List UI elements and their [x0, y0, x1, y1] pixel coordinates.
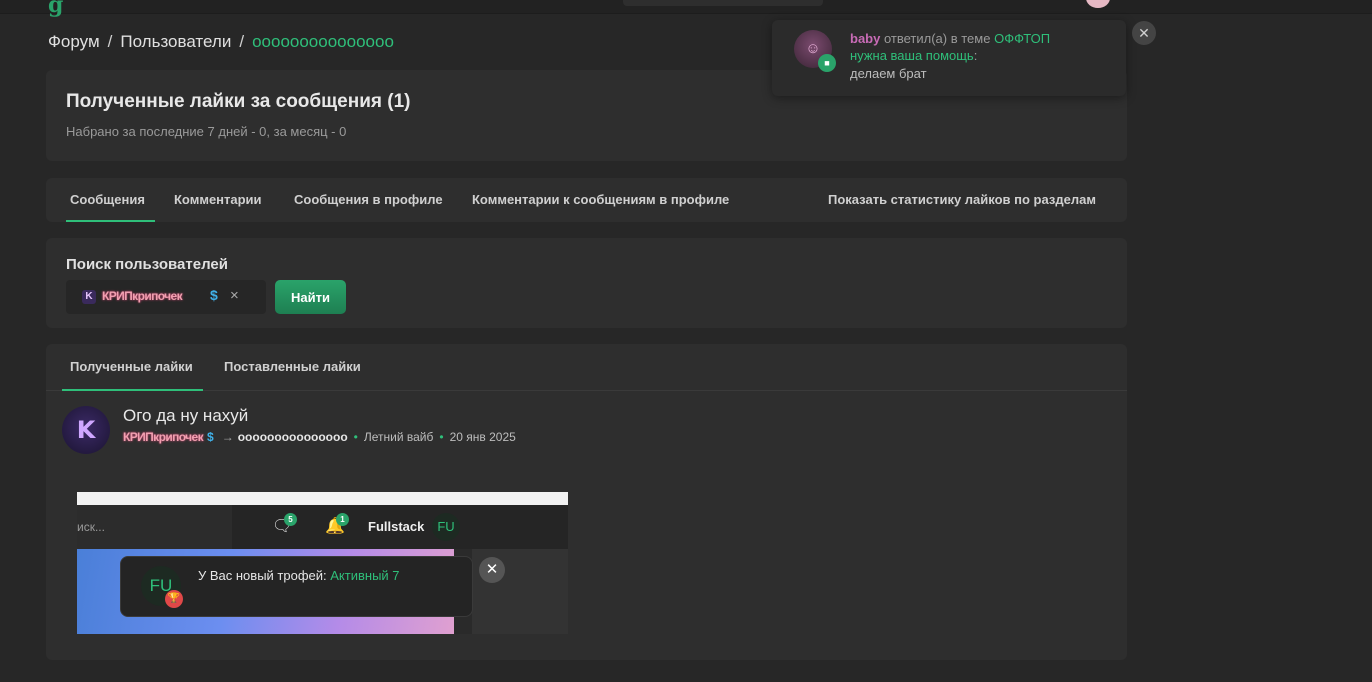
post-author-avatar[interactable]: K [62, 406, 110, 454]
screenshot-top-strip [77, 492, 568, 505]
post-target-user[interactable]: ооооооооооооооо [238, 430, 348, 444]
close-icon[interactable]: ✕ [1132, 21, 1156, 45]
notification-message: делаем брат [850, 66, 927, 81]
content-tabs: Сообщения Комментарии Сообщения в профил… [46, 178, 1127, 222]
page-title: Полученные лайки за сообщения (1) [66, 91, 411, 112]
tab-profile-posts[interactable]: Сообщения в профиле [294, 178, 443, 222]
meta-dot: • [439, 430, 444, 444]
post-section[interactable]: Летний вайб [364, 430, 434, 444]
breadcrumb-separator: / [107, 32, 113, 51]
breadcrumb-users[interactable]: Пользователи [120, 32, 231, 51]
toast-text: У Вас новый трофей: [198, 568, 327, 583]
find-button[interactable]: Найти [275, 280, 346, 314]
top-search-field[interactable] [623, 0, 823, 6]
trophy-toast: FU 🏆 У Вас новый трофей: Активный 7 [120, 556, 473, 617]
likes-tabs: Полученные лайки Поставленные лайки [46, 344, 1127, 391]
chat-bubble-icon: ■ [818, 54, 836, 72]
trophy-link[interactable]: Активный 7 [330, 568, 399, 583]
user-avatar[interactable] [1086, 0, 1110, 8]
notification-action: ответил(а) в теме [883, 31, 991, 46]
stats-by-section-link[interactable]: Показать статистику лайков по разделам [828, 178, 1096, 222]
top-navbar: g [0, 0, 1372, 18]
breadcrumb: Форум / Пользователи / ооооооооооооооо [48, 32, 394, 52]
notification-post-title[interactable]: нужна ваша помощь [850, 48, 974, 63]
page-subtitle: Набрано за последние 7 дней - 0, за меся… [66, 124, 347, 139]
notification-line1: baby ответил(а) в теме ОФФТОП [850, 31, 1050, 46]
meta-dot: • [353, 430, 358, 444]
alerts-count-badge: 1 [336, 513, 349, 526]
toast-message: У Вас новый трофей: Активный 7 [198, 568, 400, 583]
post-author-link[interactable]: КРИПкрипочек [123, 430, 204, 444]
notification-thread[interactable]: ОФФТОП [994, 31, 1050, 46]
selected-user-token: КРИПкрипочек [102, 289, 183, 303]
post-title[interactable]: Ого да ну нахуй [123, 406, 248, 426]
notification-user[interactable]: baby [850, 31, 880, 46]
breadcrumb-forum[interactable]: Форум [48, 32, 100, 51]
tab-given-likes[interactable]: Поставленные лайки [224, 344, 361, 390]
close-icon[interactable]: ✕ [479, 557, 505, 583]
remove-token-icon[interactable]: × [230, 287, 239, 304]
screenshot-search-placeholder: иск... [77, 505, 232, 549]
trophy-icon: 🏆 [165, 590, 183, 608]
reply-notification[interactable]: ☺ ■ baby ответил(а) в теме ОФФТОП нужна … [772, 20, 1126, 96]
breadcrumb-current-user[interactable]: ооооооооооооооо [252, 32, 394, 51]
breadcrumb-separator: / [239, 32, 245, 51]
messages-count-badge: 5 [284, 513, 297, 526]
tab-messages[interactable]: Сообщения [66, 178, 155, 222]
post-meta: КРИПкрипочек $ → ооооооооооооооо • Летний вай… [123, 430, 516, 444]
tab-received-likes[interactable]: Полученные лайки [62, 344, 203, 391]
tab-profile-post-comments[interactable]: Комментарии к сообщениям в профиле [472, 178, 729, 222]
user-search-label: Поиск пользователей [66, 256, 228, 273]
tab-comments[interactable]: Комментарии [174, 178, 262, 222]
user-search-panel: Поиск пользователей K КРИПкрипочек $ × Н… [46, 238, 1127, 328]
post-date: 20 янв 2025 [449, 430, 516, 444]
dollar-badge-icon: $ [210, 287, 218, 303]
screenshot-avatar: FU [432, 513, 460, 541]
notification-colon: : [973, 48, 978, 63]
screenshot-username: Fullstack [368, 519, 425, 534]
user-search-input[interactable]: K КРИПкрипочек $ × [66, 280, 266, 314]
token-avatar: K [82, 290, 96, 304]
notification-line2: нужна ваша помощь: [850, 48, 977, 63]
dollar-badge-icon: $ [207, 430, 214, 444]
arrow-right-icon: → [221, 430, 234, 444]
logo-icon[interactable]: g [48, 0, 63, 18]
